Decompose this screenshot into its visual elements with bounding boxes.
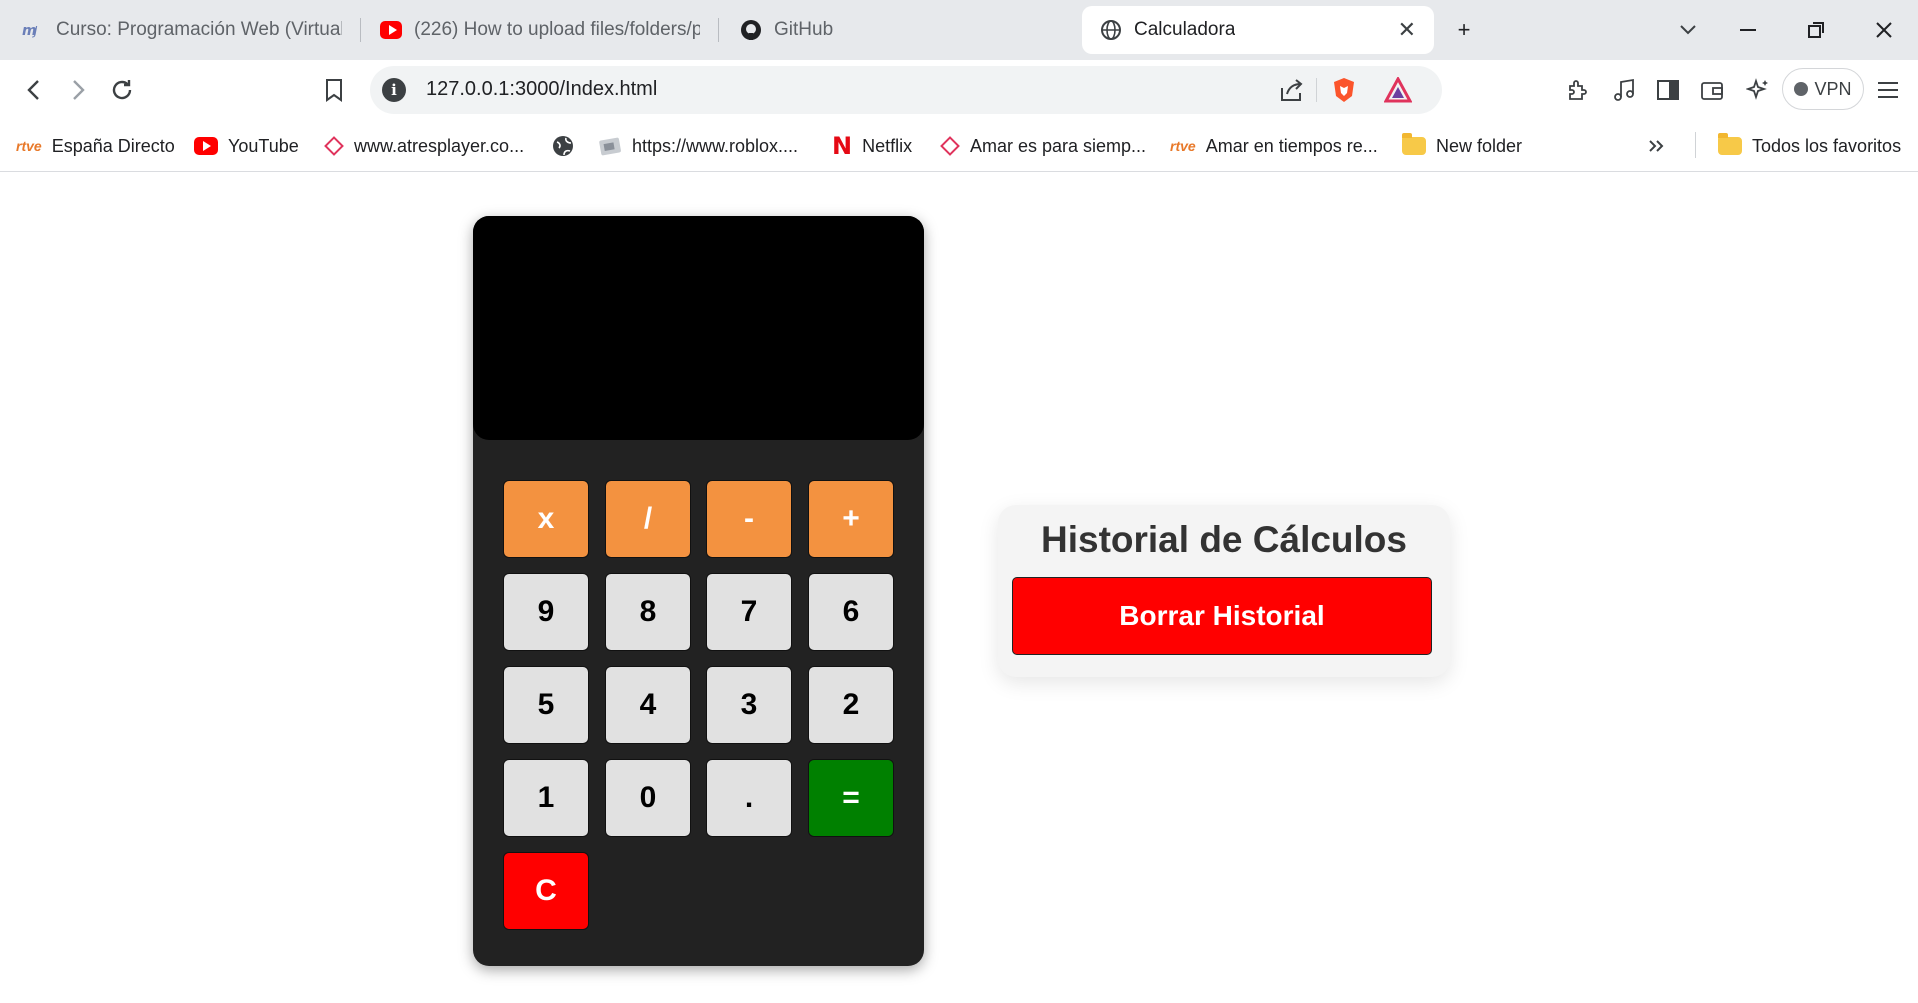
github-icon [740,19,762,41]
chevron-down-icon[interactable] [1668,10,1708,50]
tab-strip: mJ Curso: Programación Web (Virtual) | (… [0,0,1918,60]
bookmark-icon[interactable] [314,70,354,110]
rtve-icon: rtve [16,138,42,154]
sidebar-icon[interactable] [1648,70,1688,110]
atresplayer-icon [940,136,960,156]
roblox-icon [598,136,622,156]
bookmark-netflix[interactable]: N Netflix [832,132,912,160]
globe-icon [1100,19,1122,41]
music-icon[interactable] [1604,70,1644,110]
youtube-icon [194,137,218,155]
back-button[interactable] [14,70,54,110]
bookmark-amar-es-para-siempre[interactable]: Amar es para siemp... [940,132,1146,160]
digit-9-button[interactable]: 9 [503,573,589,651]
share-icon[interactable] [1276,76,1308,104]
site-info-icon[interactable]: i [382,78,406,102]
tab-github[interactable]: GitHub [740,6,940,54]
bookmark-globe[interactable] [552,132,584,160]
atresplayer-icon [324,136,344,156]
folder-icon [1402,133,1426,155]
add-button[interactable]: + [808,480,894,558]
digit-5-button[interactable]: 5 [503,666,589,744]
bookmark-espana-directo[interactable]: rtve España Directo [16,132,175,160]
bookmark-amar-en-tiempos[interactable]: rtve Amar en tiempos re... [1170,132,1378,160]
digit-1-button[interactable]: 1 [503,759,589,837]
digit-7-button[interactable]: 7 [706,573,792,651]
moodle-icon: mJ [22,19,44,41]
digit-2-button[interactable]: 2 [808,666,894,744]
url-text[interactable]: 127.0.0.1:3000/Index.html [426,78,657,101]
minimize-button[interactable] [1728,10,1768,50]
leo-ai-icon[interactable] [1738,70,1778,110]
reload-button[interactable] [102,70,142,110]
close-window-button[interactable] [1864,10,1904,50]
vpn-status-icon [1794,82,1809,96]
vpn-button[interactable]: VPN [1782,68,1864,110]
bookmark-atresplayer[interactable]: www.atresplayer.co... [324,132,524,160]
netflix-icon: N [832,132,853,160]
new-tab-button[interactable]: + [1444,10,1484,50]
decimal-button[interactable]: . [706,759,792,837]
more-bookmarks-icon[interactable] [1648,132,1666,160]
digit-6-button[interactable]: 6 [808,573,894,651]
multiply-button[interactable]: x [503,480,589,558]
address-bar[interactable]: i 127.0.0.1:3000/Index.html [370,66,1442,114]
omnibox-divider [1316,78,1317,102]
calculator: x / - + 9 8 7 6 5 4 3 2 1 0 . = C [473,216,924,966]
tab-separator [718,18,719,42]
tab-curso[interactable]: mJ Curso: Programación Web (Virtual) | [22,6,342,54]
digit-8-button[interactable]: 8 [605,573,691,651]
clear-button[interactable]: C [503,852,589,930]
wallet-icon[interactable] [1692,70,1732,110]
bookmark-roblox[interactable]: https://www.roblox.... [598,132,798,160]
extensions-icon[interactable] [1558,70,1598,110]
clear-history-button[interactable]: Borrar Historial [1012,577,1432,655]
restore-button[interactable] [1796,10,1836,50]
bookmarks-bar: rtve España Directo YouTube www.atrespla… [0,120,1918,172]
globe-icon [552,135,574,157]
rtve-icon: rtve [1170,138,1196,154]
tab-calculadora[interactable]: Calculadora ✕ [1082,6,1434,54]
menu-icon[interactable] [1868,70,1908,110]
divide-button[interactable]: / [605,480,691,558]
youtube-icon [380,19,402,41]
calculator-display [473,216,924,440]
digit-0-button[interactable]: 0 [605,759,691,837]
forward-button[interactable] [58,70,98,110]
brave-shields-icon[interactable] [1328,76,1360,104]
bookmark-new-folder[interactable]: New folder [1402,132,1522,160]
digit-4-button[interactable]: 4 [605,666,691,744]
tab-youtube[interactable]: (226) How to upload files/folders/pr [380,6,700,54]
tab-separator [360,18,361,42]
bookmarks-divider [1695,132,1696,158]
digit-3-button[interactable]: 3 [706,666,792,744]
subtract-button[interactable]: - [706,480,792,558]
close-icon[interactable]: ✕ [1398,17,1416,43]
bookmark-youtube[interactable]: YouTube [194,132,299,160]
all-bookmarks-folder[interactable]: Todos los favoritos [1718,132,1901,160]
equals-button[interactable]: = [808,759,894,837]
history-title: Historial de Cálculos [1041,519,1407,560]
browser-toolbar: i 127.0.0.1:3000/Index.html VPN [0,60,1918,120]
folder-icon [1718,133,1742,155]
brave-rewards-icon[interactable] [1382,76,1414,104]
history-panel: Historial de Cálculos Borrar Historial [998,505,1450,677]
